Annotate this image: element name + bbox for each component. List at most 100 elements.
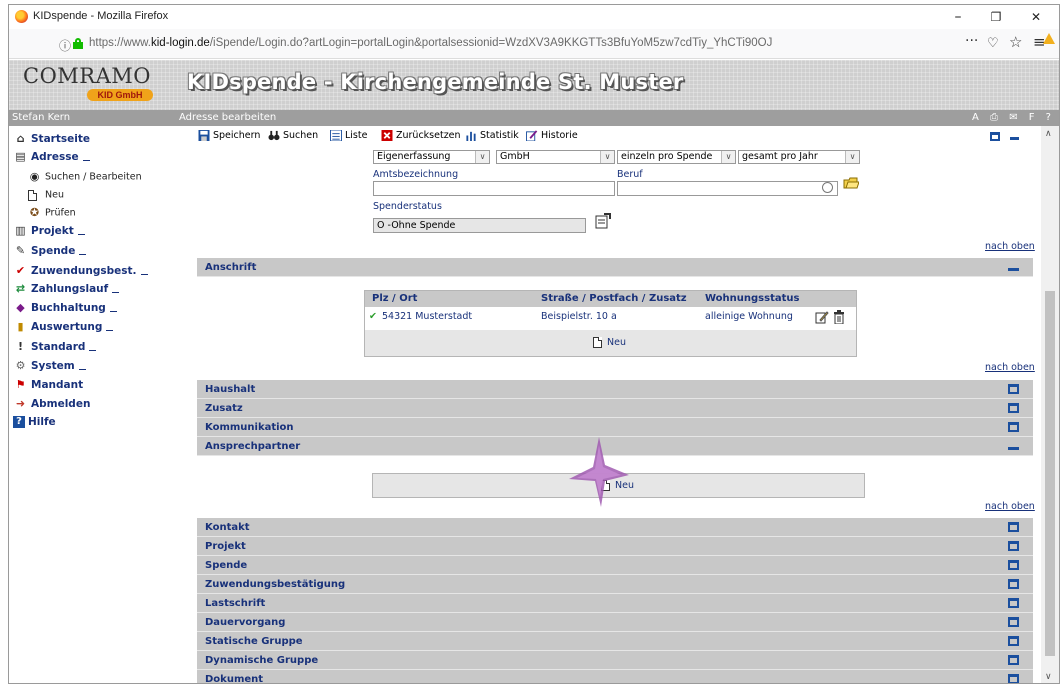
cursor-highlight-icon [569, 437, 629, 507]
nach-oben-link-1[interactable]: nach oben [985, 241, 1035, 252]
binoculars-icon: ◉ [29, 170, 40, 183]
section-statische-gruppe[interactable]: Statische Gruppe [197, 632, 1033, 651]
expand-caret-icon [109, 310, 117, 312]
trash-icon[interactable] [833, 310, 845, 324]
expand-icon[interactable] [1008, 560, 1019, 570]
statistics-button[interactable]: Statistik [465, 130, 519, 141]
expand-icon[interactable] [1008, 598, 1019, 608]
sidebar-item-startseite[interactable]: ⌂ Startseite [13, 132, 90, 150]
section-dynamische-gruppe[interactable]: Dynamische Gruppe [197, 651, 1033, 670]
expand-caret-icon [112, 291, 120, 293]
sidebar-item-auswertung[interactable]: ▮ Auswertung [13, 320, 114, 338]
bestaetigung-gesamt-select[interactable]: gesamt pro Jahr ∨ [738, 150, 860, 164]
sidebar-item-system[interactable]: ⚙ System [13, 359, 86, 377]
bar-chart-icon [466, 131, 476, 141]
beruf-clear-icon[interactable] [822, 182, 833, 193]
search-button[interactable]: Suchen [268, 130, 318, 141]
rechtsform-select[interactable]: GmbH ∨ [496, 150, 615, 164]
erfassung-select[interactable]: Eigenerfassung ∨ [373, 150, 490, 164]
expand-icon[interactable] [1008, 403, 1019, 413]
maximize-panel-icon[interactable] [990, 132, 1000, 141]
section-projekt[interactable]: Projekt [197, 537, 1033, 556]
beruf-input[interactable] [617, 181, 838, 196]
current-user: Stefan Kern [12, 112, 71, 123]
expand-icon[interactable] [1008, 422, 1019, 432]
edit-status-icon[interactable] [595, 213, 611, 229]
sidebar-item-abmelden[interactable]: ➜ Abmelden [13, 397, 91, 415]
header-tools[interactable]: A ⎙ ✉ F ? [972, 110, 1055, 126]
home-icon: ⌂ [16, 132, 25, 145]
section-kommunikation[interactable]: Kommunikation [197, 418, 1033, 437]
standard-icon: ! [17, 340, 24, 353]
sidebar-item-buchhaltung[interactable]: ◆ Buchhaltung [13, 301, 117, 319]
history-button[interactable]: Historie [526, 130, 578, 141]
scroll-down-icon[interactable]: ∨ [1045, 672, 1052, 682]
edit-icon[interactable] [815, 311, 829, 324]
bestaetigung-einzeln-select[interactable]: einzeln pro Spende ∨ [617, 150, 736, 164]
expand-icon[interactable] [1008, 617, 1019, 627]
url-text[interactable]: https://www.kid-login.de/iSpende/Login.d… [89, 37, 772, 49]
section-dauervorgang[interactable]: Dauervorgang [197, 613, 1033, 632]
expand-icon[interactable] [1008, 541, 1019, 551]
sidebar-item-hilfe[interactable]: ? Hilfe [13, 416, 56, 434]
sidebar-item-mandant[interactable]: ⚑ Mandant [13, 378, 84, 396]
current-context: Adresse bearbeiten [179, 112, 277, 123]
action-toolbar: Speichern Suchen Liste Zurücksetzen Stat… [190, 126, 1041, 146]
sidebar-item-neu[interactable]: Neu [27, 188, 64, 206]
column-plz-ort: Plz / Ort [372, 293, 418, 304]
section-zusatz[interactable]: Zusatz [197, 399, 1033, 418]
address-table-header: Plz / Ort Straße / Postfach / Zusatz Woh… [365, 291, 856, 307]
lock-icon[interactable] [73, 38, 83, 49]
expand-icon[interactable] [1008, 636, 1019, 646]
collapse-icon[interactable] [1008, 268, 1019, 271]
open-folder-icon[interactable] [843, 176, 859, 190]
expand-caret-icon [79, 253, 87, 255]
expand-icon[interactable] [1008, 655, 1019, 665]
collapse-panel-icon[interactable] [1010, 137, 1019, 140]
expand-icon[interactable] [1008, 579, 1019, 589]
vertical-scrollbar[interactable]: ∧ ∨ [1041, 126, 1059, 683]
list-button[interactable]: Liste [330, 130, 367, 141]
spenderstatus-input[interactable]: O -Ohne Spende [373, 218, 586, 233]
reset-button[interactable]: Zurücksetzen [381, 130, 461, 141]
nach-oben-link-3[interactable]: nach oben [985, 501, 1035, 512]
save-button[interactable]: Speichern [198, 130, 260, 141]
expand-icon[interactable] [1008, 674, 1019, 683]
receipt-icon: ✔ [15, 264, 26, 277]
scroll-up-icon[interactable]: ∧ [1045, 129, 1052, 139]
expand-icon[interactable] [1008, 522, 1019, 532]
section-haushalt[interactable]: Haushalt [197, 380, 1033, 399]
section-zuwendungsbestaetigung[interactable]: Zuwendungsbestätigung [197, 575, 1033, 594]
section-kontakt[interactable]: Kontakt [197, 518, 1033, 537]
check-person-icon: ✪ [29, 206, 40, 219]
section-lastschrift[interactable]: Lastschrift [197, 594, 1033, 613]
section-dokument[interactable]: Dokument [197, 670, 1033, 683]
warning-icon[interactable] [1043, 33, 1055, 44]
sidebar-item-projekt[interactable]: ▥ Projekt [13, 224, 85, 242]
close-button[interactable]: ✕ [1021, 6, 1051, 28]
section-spende[interactable]: Spende [197, 556, 1033, 575]
minimize-button[interactable]: – [943, 6, 973, 28]
sidebar-item-adresse[interactable]: ▤ Adresse [13, 150, 90, 168]
table-row[interactable]: ✔ 54321 Musterstadt Beispielstr. 10 a al… [365, 307, 856, 329]
amtsbezeichnung-input[interactable] [373, 181, 615, 196]
url-bar[interactable]: ⓘ https://www.kid-login.de/iSpende/Login… [51, 33, 951, 55]
sidebar-item-spende[interactable]: ✎ Spende [13, 244, 87, 262]
collapse-icon[interactable] [1008, 447, 1019, 450]
expand-icon[interactable] [1008, 384, 1019, 394]
nach-oben-link-2[interactable]: nach oben [985, 362, 1035, 373]
sidebar-item-zuwendungsbest[interactable]: ✔ Zuwendungsbest. [13, 264, 148, 282]
anschrift-neu-button[interactable]: Neu [593, 337, 626, 348]
restore-button[interactable]: ❐ [981, 6, 1011, 28]
info-icon[interactable]: ⓘ [59, 37, 71, 54]
sidebar-item-standard[interactable]: ! Standard [13, 340, 97, 358]
section-anschrift[interactable]: Anschrift [197, 258, 1033, 277]
sidebar-item-pruefen[interactable]: ✪ Prüfen [27, 206, 76, 224]
bookmark-star-icon[interactable]: ☆ [1009, 34, 1022, 50]
page-actions-icon[interactable]: ··· [965, 33, 978, 49]
pocket-icon[interactable]: ♡ [987, 36, 999, 52]
sidebar-item-suchen-bearbeiten[interactable]: ◉ Suchen / Bearbeiten [27, 170, 142, 188]
comramo-logo: COMRAMO KID GmbH [23, 64, 171, 104]
sidebar-item-zahlungslauf[interactable]: ⇄ Zahlungslauf [13, 282, 120, 300]
scroll-thumb[interactable] [1045, 291, 1055, 656]
